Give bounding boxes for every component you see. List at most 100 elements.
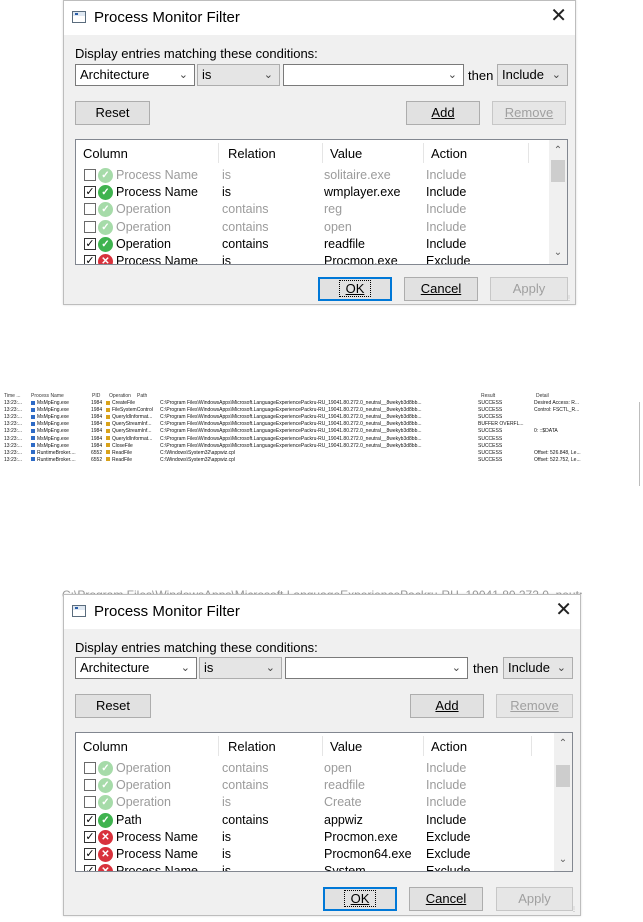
title-bar[interactable]: Process Monitor Filter ✕: [64, 1, 575, 35]
log-row[interactable]: 13:23:... RuntimeBroker.... 6552 ReadFile C:…: [0, 457, 643, 464]
scroll-up-icon[interactable]: ⌃: [554, 735, 572, 753]
resize-grip-icon[interactable]: ⋮: [566, 295, 572, 302]
column-header-relation[interactable]: Relation: [228, 739, 276, 754]
log-operation-cell: QueryIdInformat...: [106, 436, 152, 443]
cancel-button[interactable]: Cancel: [404, 277, 478, 301]
log-row[interactable]: 13:23:... RuntimeBroker.... 6552 ReadFile C:…: [0, 450, 643, 457]
apply-button[interactable]: Apply: [496, 887, 573, 911]
list-item[interactable]: ✓ Operation contains reg Include: [76, 201, 549, 218]
action-combo[interactable]: Include ⌄: [503, 657, 573, 679]
add-button[interactable]: Add: [410, 694, 484, 718]
close-icon[interactable]: ✕: [555, 600, 572, 620]
enabled-checkbox[interactable]: ✓: [84, 865, 96, 871]
scroll-down-icon[interactable]: ⌄: [549, 244, 567, 262]
enabled-checkbox[interactable]: ✓: [84, 813, 96, 826]
scroll-thumb[interactable]: [556, 765, 570, 787]
log-detail: Offset: 522.752, Le...: [534, 456, 581, 463]
row-column: Process Name: [116, 254, 198, 265]
operation-icon: [106, 429, 110, 434]
remove-button[interactable]: Remove: [492, 101, 566, 125]
enabled-checkbox[interactable]: ✓: [84, 830, 96, 843]
title-bar[interactable]: Process Monitor Filter ✕: [64, 595, 580, 629]
list-item[interactable]: ✓ Operation contains readfile Include: [76, 777, 554, 794]
list-header: Column Relation Value Action: [76, 733, 572, 759]
column-header-action[interactable]: Action: [431, 146, 467, 161]
row-column: Process Name: [116, 847, 198, 861]
vertical-scrollbar[interactable]: ⌃ ⌄: [554, 733, 572, 871]
column-header-action[interactable]: Action: [431, 739, 467, 754]
list-item[interactable]: ✓ Operation contains open Include: [76, 219, 549, 236]
log-row[interactable]: 13:23:... MsMpEng.exe 1984 CreateFile C:\Pro…: [0, 400, 643, 407]
list-item[interactable]: ✓ ✓ Operation contains readfile Include: [76, 236, 549, 253]
scroll-thumb[interactable]: [551, 160, 565, 182]
add-button[interactable]: Add: [406, 101, 480, 125]
reset-button[interactable]: Reset: [75, 694, 151, 718]
column-combo[interactable]: Architecture ⌄: [75, 657, 197, 679]
list-item[interactable]: ✓ ✕ Process Name is Procmon64.exe Exclude: [76, 846, 554, 863]
enabled-checkbox[interactable]: ✓: [84, 186, 96, 199]
log-operation: ReadFile: [112, 449, 133, 456]
row-column: Process Name: [116, 185, 198, 200]
process-icon: [31, 429, 35, 434]
action-combo[interactable]: Include ⌄: [497, 64, 568, 86]
filter-list[interactable]: Column Relation Value Action ✓ Process Na…: [75, 139, 568, 265]
column-header-column[interactable]: Column: [83, 739, 128, 754]
vertical-scrollbar[interactable]: ⌃ ⌄: [549, 140, 567, 264]
ok-button[interactable]: OK: [323, 887, 397, 911]
enabled-checkbox[interactable]: ✓: [84, 255, 96, 264]
remove-button[interactable]: Remove: [496, 694, 573, 718]
relation-combo[interactable]: is ⌄: [197, 64, 280, 86]
list-item[interactable]: ✓ ✓ Process Name is wmplayer.exe Include: [76, 184, 549, 201]
log-row[interactable]: 13:23:... MsMpEng.exe 1984 QueryStreamInf..…: [0, 421, 643, 428]
list-item[interactable]: ✓ ✕ Process Name is Procmon.exe Exclude: [76, 829, 554, 846]
log-row[interactable]: 13:23:... MsMpEng.exe 1984 FileSystemContro…: [0, 407, 643, 414]
list-item[interactable]: ✓ ✕ Process Name is System Exclude: [76, 863, 554, 871]
enabled-checkbox[interactable]: [84, 762, 96, 774]
cancel-button[interactable]: Cancel: [409, 887, 483, 911]
dialog-title: Process Monitor Filter: [94, 9, 240, 26]
enabled-checkbox[interactable]: ✓: [84, 237, 96, 250]
enabled-checkbox[interactable]: [84, 169, 96, 181]
column-header-value[interactable]: Value: [330, 146, 362, 161]
value-combo[interactable]: ⌄: [283, 64, 464, 86]
row-action: Include: [426, 812, 467, 827]
relation-combo[interactable]: is ⌄: [199, 657, 282, 679]
filter-dialog-bottom: Process Monitor Filter ✕ Display entries…: [63, 594, 581, 916]
process-icon: [31, 450, 35, 455]
list-item[interactable]: ✓ ✓ Path contains appwiz Include: [76, 812, 554, 829]
scroll-up-icon[interactable]: ⌃: [549, 142, 567, 160]
list-item[interactable]: ✓ ✕ Process Name is Procmon.exe Exclude: [76, 253, 549, 265]
ok-button[interactable]: OK: [318, 277, 392, 301]
close-icon[interactable]: ✕: [550, 6, 567, 26]
enabled-checkbox[interactable]: ✓: [84, 848, 96, 860]
scroll-down-icon[interactable]: ⌄: [554, 851, 572, 869]
column-header-column[interactable]: Column: [83, 146, 128, 161]
operation-icon: [106, 457, 110, 462]
column-combo[interactable]: Architecture ⌄: [75, 64, 195, 86]
column-header-value[interactable]: Value: [330, 739, 362, 754]
log-path: C:\Program Files\WindowsApps\Microsoft.L…: [160, 407, 422, 414]
reset-button[interactable]: Reset: [75, 101, 150, 125]
value-combo[interactable]: ⌄: [285, 657, 468, 679]
column-header-relation[interactable]: Relation: [228, 146, 276, 161]
log-row[interactable]: 13:23:... MsMpEng.exe 1984 QueryIdInformat.…: [0, 436, 643, 443]
log-row[interactable]: 13:23:... MsMpEng.exe 1984 CloseFile C:\Prog…: [0, 443, 643, 450]
apply-button[interactable]: Apply: [490, 277, 568, 301]
resize-grip-icon[interactable]: ⋮: [571, 906, 577, 913]
list-item[interactable]: ✓ Process Name is solitaire.exe Include: [76, 167, 549, 184]
log-row[interactable]: 13:23:... MsMpEng.exe 1984 QueryIdInformat.…: [0, 414, 643, 421]
row-value: Procmon.exe: [324, 254, 398, 265]
enabled-checkbox[interactable]: [84, 779, 96, 792]
log-path: C:\Program Files\WindowsApps\Microsoft.L…: [160, 400, 422, 406]
list-item[interactable]: ✓ Operation is Create Include: [76, 794, 554, 811]
enabled-checkbox[interactable]: [84, 203, 96, 216]
log-row[interactable]: 13:23:... MsMpEng.exe 1984 QueryStreamInf..…: [0, 428, 643, 435]
enabled-checkbox[interactable]: [84, 220, 96, 233]
list-item[interactable]: ✓ Operation contains open Include: [76, 760, 554, 777]
row-action: Exclude: [426, 847, 471, 861]
then-label: then: [468, 68, 494, 83]
enabled-checkbox[interactable]: [84, 796, 96, 809]
chevron-down-icon: ⌄: [551, 69, 561, 81]
filter-list[interactable]: Column Relation Value Action ✓ Operation c…: [75, 732, 573, 872]
conditions-label: Display entries matching these condition…: [75, 640, 318, 655]
